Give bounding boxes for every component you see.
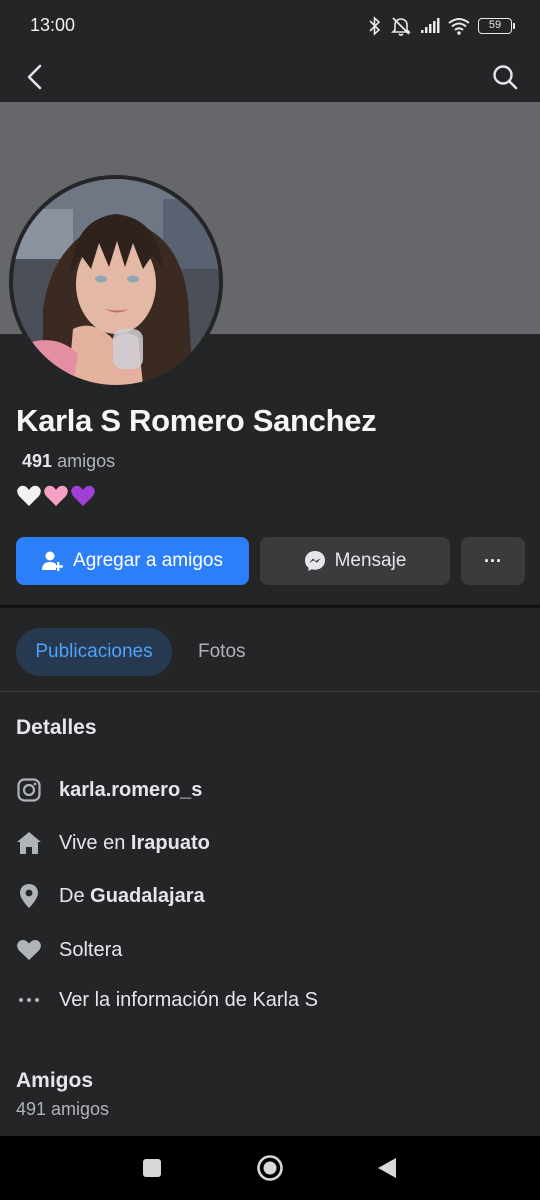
muted-bell-icon [391,17,411,36]
status-time: 13:00 [30,15,76,35]
square-icon [143,1159,161,1177]
friends-section-count[interactable]: 491 amigos [16,1099,109,1120]
message-button[interactable]: Mensaje [260,537,450,585]
relationship-status: Soltera [59,938,123,961]
detail-lives-in: Vive en Irapuato [16,828,210,858]
purple-heart-icon [71,485,95,506]
section-divider [0,605,540,608]
back-button[interactable] [18,60,52,94]
signal-icon [421,18,440,33]
more-options-button[interactable]: ··· [461,537,525,585]
recents-button[interactable] [138,1154,166,1182]
friends-word: amigos [57,451,116,471]
add-friend-button[interactable]: Agregar a amigos [16,537,249,585]
top-nav [0,52,540,102]
instagram-icon [16,777,42,803]
add-friend-label: Agregar a amigos [73,550,223,571]
wifi-icon [448,18,470,35]
from-place: Guadalajara [90,884,205,907]
more-dots-label: ··· [484,550,502,571]
location-pin-icon [16,883,42,909]
avatar-photo [13,179,219,385]
status-icons: 59 [368,14,515,38]
messenger-icon [304,550,326,572]
tab-publicaciones[interactable]: Publicaciones [16,628,172,676]
battery-indicator: 59 [478,18,515,34]
friends-number: 491 [22,451,53,471]
detail-instagram[interactable]: karla.romero_s [16,775,202,805]
more-dots-icon [16,987,42,1013]
details-title: Detalles [16,716,97,739]
system-nav-bar [0,1136,540,1200]
status-bar: 13:00 59 [0,0,540,52]
home-button[interactable] [256,1154,284,1182]
instagram-handle: karla.romero_s [59,778,203,801]
detail-relationship: Soltera [16,935,122,965]
circle-icon [257,1155,283,1181]
friends-section-title: Amigos [16,1069,94,1092]
from-prefix: De [59,884,85,907]
tab-fotos[interactable]: Fotos [198,628,246,676]
bluetooth-icon [369,16,381,36]
pink-heart-icon [44,485,68,506]
system-back-button[interactable] [373,1154,401,1182]
add-person-icon [42,550,64,572]
back-arrow-icon [27,64,42,90]
tabs-divider [0,691,540,692]
white-heart-icon [17,485,41,506]
lives-prefix: Vive en [59,831,126,854]
profile-avatar[interactable] [9,175,223,389]
see-more-label: Ver la información de Karla S [59,988,319,1011]
friends-count[interactable]: 491 amigos [22,451,115,472]
detail-from: De Guadalajara [16,881,205,911]
see-more-info[interactable]: Ver la información de Karla S [16,985,318,1015]
message-label: Mensaje [334,550,407,571]
lives-place: Irapuato [130,831,210,854]
profile-name: Karla S Romero Sanchez [16,403,377,438]
triangle-back-icon [378,1158,396,1178]
search-icon [493,65,518,90]
search-button[interactable] [488,60,522,94]
heart-icon [16,937,42,963]
bio-emojis [16,483,96,509]
home-icon [16,830,42,856]
